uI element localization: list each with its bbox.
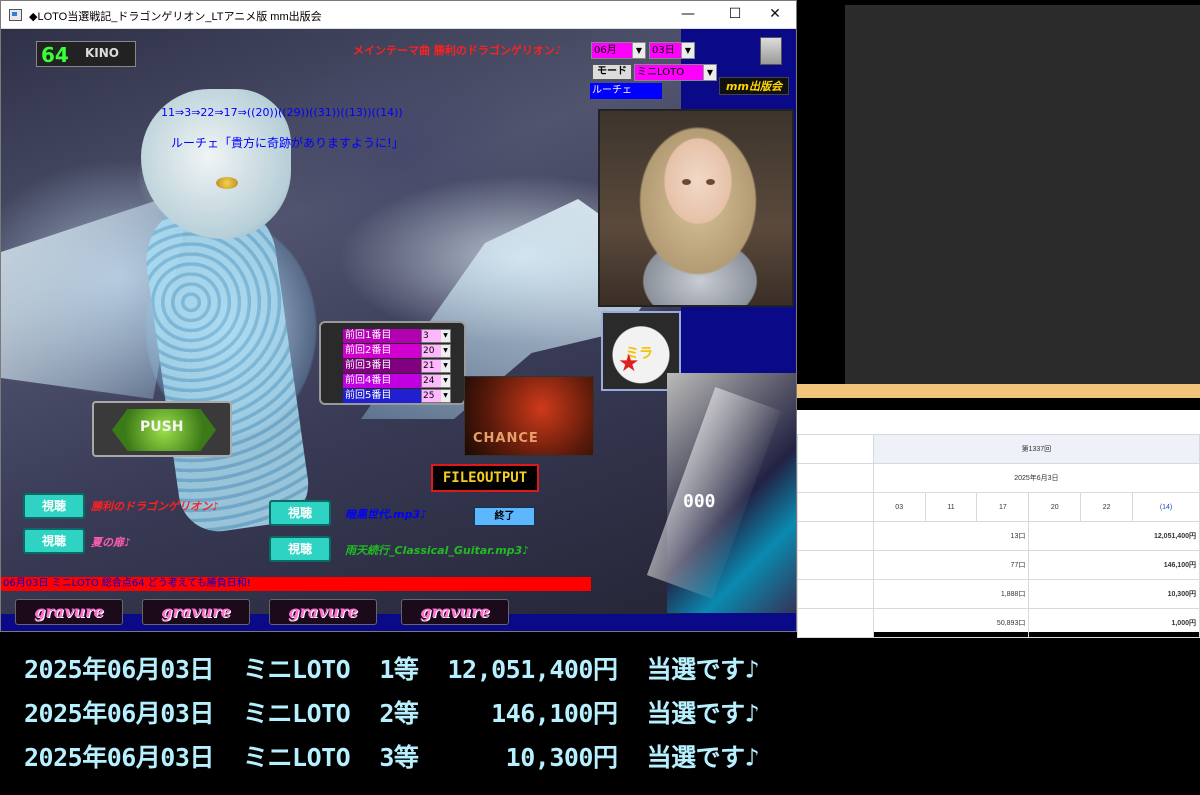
file-output-button[interactable]: FILEOUTPUT bbox=[431, 464, 539, 492]
prev-label-4: 前回4番目 bbox=[343, 374, 421, 388]
prediction-message: ルーチェ「貴方に奇跡がありますように!」 bbox=[171, 136, 404, 150]
gravure-button-1[interactable]: gravure bbox=[15, 599, 123, 625]
winning-banner: 2025年06月03日 ミニLOTO 1等 12,051,400円 当選です♪ … bbox=[0, 640, 1200, 795]
app-window: ◆LOTO当選戦記_ドラゴンゲリオン_LTアニメ版 mm出版会 — ☐ ✕ 64… bbox=[0, 0, 797, 632]
screen: ◆LOTO当選戦記_ドラゴンゲリオン_LTアニメ版 mm出版会 — ☐ ✕ 64… bbox=[0, 0, 1200, 795]
prize-count-cell: 13口 bbox=[872, 521, 1030, 551]
number-cell: 03 bbox=[872, 492, 926, 522]
window-title: ◆LOTO当選戦記_ドラゴンゲリオン_LTアニメ版 mm出版会 bbox=[29, 11, 322, 23]
publisher-logo: mm出版会 bbox=[719, 77, 789, 95]
month-select[interactable]: 06月 ▼ bbox=[591, 42, 646, 59]
gravure-button-2[interactable]: gravure bbox=[142, 599, 250, 625]
prev-label-2: 前回2番目 bbox=[343, 344, 421, 358]
status-bar: 06月03日 ミニLOTO 総合点64 どう考えても勝負日和! bbox=[1, 577, 591, 591]
luce-label: ルーチェ bbox=[590, 83, 662, 99]
previous-numbers-panel: 前回1番目 3 ▼ 前回2番目 20 ▼ 前回3番目 21 ▼ 前回4番目 24 ▼ 前… bbox=[319, 321, 466, 405]
banner-line-2: 2025年06月03日 ミニLOTO 2等 146,100円 当選です♪ bbox=[24, 699, 760, 728]
gravure-button-4[interactable]: gravure bbox=[401, 599, 509, 625]
close-button[interactable]: ✕ bbox=[752, 1, 796, 29]
number-cell: 20 bbox=[1028, 492, 1082, 522]
end-button[interactable]: 終了 bbox=[474, 507, 535, 526]
results-table: 第1337回 2025年6月3日 03 11 17 20 22 (14) 13口… bbox=[797, 434, 1200, 638]
prize-amount-cell: 1,000円 bbox=[1028, 608, 1200, 638]
character-portrait bbox=[598, 109, 794, 307]
prediction-sequence: 11⇒3⇒22⇒17⇒((20))((29))((31))((13))((14)… bbox=[161, 106, 403, 119]
bonus-number-cell: (14) bbox=[1132, 492, 1200, 522]
day-select[interactable]: 03日 ▼ bbox=[649, 42, 695, 59]
prev-label-5: 前回5番目 bbox=[343, 389, 421, 403]
prev-label-3: 前回3番目 bbox=[343, 359, 421, 373]
prize-count-cell: 77口 bbox=[872, 550, 1030, 580]
prev-label-1: 前回1番目 bbox=[343, 329, 421, 343]
results-table-panel: 第1337回 2025年6月3日 03 11 17 20 22 (14) 13口… bbox=[797, 410, 1200, 638]
number-cell: 11 bbox=[924, 492, 978, 522]
push-button[interactable]: PUSH bbox=[92, 401, 232, 457]
prev-select-3[interactable]: 21 ▼ bbox=[421, 359, 451, 373]
score-label: KINO bbox=[85, 46, 120, 60]
score-number: 64 bbox=[41, 43, 69, 67]
prize-amount-cell: 12,051,400円 bbox=[1028, 521, 1200, 551]
minimize-button[interactable]: — bbox=[665, 1, 711, 29]
prev-select-2[interactable]: 20 ▼ bbox=[421, 344, 451, 358]
prize-count-cell: 50,893口 bbox=[872, 608, 1030, 638]
play-button-2[interactable]: 視聴 bbox=[23, 528, 85, 554]
number-cell: 17 bbox=[976, 492, 1030, 522]
chance-image: CHANCE bbox=[464, 376, 594, 456]
prev-select-4[interactable]: 24 ▼ bbox=[421, 374, 451, 388]
app-icon bbox=[9, 9, 22, 21]
prev-select-1[interactable]: 3 ▼ bbox=[421, 329, 451, 343]
round-cell: 第1337回 bbox=[872, 434, 1200, 464]
prize-count-cell: 1,888口 bbox=[872, 579, 1030, 609]
theme-song-label: メインテーマ曲 勝利のドラゴンゲリオン♪ bbox=[353, 44, 562, 57]
prize-amount-cell: 146,100円 bbox=[1028, 550, 1200, 580]
slot-machine-image: 000 bbox=[646, 373, 796, 613]
title-bar[interactable]: ◆LOTO当選戦記_ドラゴンゲリオン_LTアニメ版 mm出版会 — ☐ ✕ bbox=[1, 1, 796, 29]
chevron-down-icon: ▼ bbox=[681, 43, 694, 58]
play-button-4[interactable]: 視聴 bbox=[269, 536, 331, 562]
play-button-3[interactable]: 視聴 bbox=[269, 500, 331, 526]
mode-select[interactable]: ミニLOTO ▼ bbox=[634, 64, 717, 81]
mode-button[interactable]: モード bbox=[592, 64, 632, 80]
background-window bbox=[797, 0, 1200, 398]
song-title-4: 雨天続行_Classical_Guitar.mp3♪ bbox=[345, 544, 530, 557]
song-title-3: 暗黒世代.mp3♪ bbox=[345, 508, 428, 521]
prev-select-5[interactable]: 25 ▼ bbox=[421, 389, 451, 403]
small-portrait-image bbox=[760, 37, 782, 65]
number-cell: 22 bbox=[1080, 492, 1134, 522]
banner-line-1: 2025年06月03日 ミニLOTO 1等 12,051,400円 当選です♪ bbox=[24, 655, 760, 684]
prize-amount-cell: 10,300円 bbox=[1028, 579, 1200, 609]
play-button-1[interactable]: 視聴 bbox=[23, 493, 85, 519]
chevron-down-icon: ▼ bbox=[632, 43, 645, 58]
star-icon: ★ bbox=[618, 349, 640, 377]
banner-line-3: 2025年06月03日 ミニLOTO 3等 10,300円 当選です♪ bbox=[24, 743, 760, 772]
song-title-2: 夏の扉♪ bbox=[91, 536, 132, 549]
song-title-1: 勝利のドラゴンゲリオン♪ bbox=[91, 500, 220, 513]
gravure-button-3[interactable]: gravure bbox=[269, 599, 377, 625]
date-cell: 2025年6月3日 bbox=[872, 463, 1200, 493]
score-logo: 64 KINO bbox=[36, 41, 136, 67]
chevron-down-icon: ▼ bbox=[703, 65, 716, 80]
